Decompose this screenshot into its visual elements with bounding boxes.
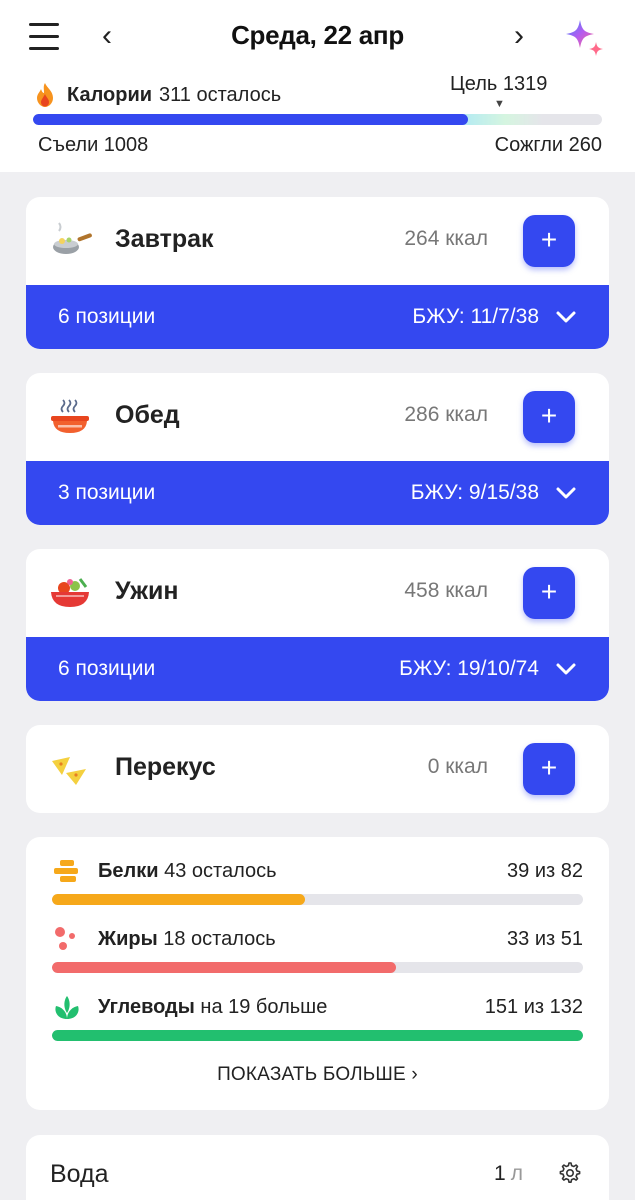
add-lunch-button[interactable]: + (523, 391, 575, 443)
meal-details-toggle[interactable]: 6 позиции БЖУ: 11/7/38 (26, 285, 609, 349)
chevron-down-icon[interactable] (555, 659, 577, 679)
meal-card-dinner: Ужин 458 ккал + 6 позиции БЖУ: 19/10/74 (26, 549, 609, 701)
meal-name: Ужин (115, 577, 179, 605)
breakfast-wok-icon (53, 222, 92, 254)
meal-macros: БЖУ: 19/10/74 (399, 657, 539, 680)
add-snack-button[interactable]: + (523, 743, 575, 795)
calories-progress-fill (33, 114, 468, 125)
chevron-down-icon[interactable] (555, 307, 577, 327)
carbs-sprout-icon (55, 996, 79, 1019)
lunch-soup-bowl-icon (51, 399, 89, 433)
macro-name: Жиры (98, 928, 158, 950)
macro-row-carbs: Углеводы на 19 больше 151 из 132 (52, 993, 583, 1053)
gear-icon[interactable] (557, 1161, 581, 1185)
meal-kcal: 286 ккал (404, 403, 488, 426)
meal-kcal: 0 ккал (427, 755, 488, 778)
water-unit: л (510, 1162, 523, 1185)
chevron-down-icon[interactable] (555, 483, 577, 503)
water-title: Вода (50, 1160, 109, 1188)
calories-summary: Калории 311 осталось (33, 82, 281, 108)
meal-card-snack: Перекус 0 ккал + (26, 725, 609, 813)
prev-day-button[interactable]: ‹ (102, 18, 112, 54)
menu-icon[interactable] (29, 23, 59, 51)
snack-nachos-icon (52, 757, 86, 785)
macro-progress-fill (52, 1030, 583, 1041)
calories-label: Калории (67, 83, 153, 106)
dinner-salad-bowl-icon (51, 578, 89, 607)
macro-value: 39 из 82 (507, 860, 583, 882)
meal-items-count: 6 позиции (58, 305, 156, 328)
meal-macros: БЖУ: 9/15/38 (410, 481, 539, 504)
macro-value: 33 из 51 (507, 928, 583, 950)
meal-name: Завтрак (115, 225, 214, 253)
macro-row-protein: Белки 43 осталось 39 из 82 (52, 857, 583, 917)
show-more-button[interactable]: ПОКАЗАТЬ БОЛЬШЕ › (26, 1064, 609, 1086)
meal-name: Перекус (115, 753, 216, 781)
macro-name: Белки (98, 860, 159, 882)
top-bar: ‹ Среда, 22 апр › Калории 311 осталось Ц… (0, 0, 635, 172)
water-amount: 1 (494, 1162, 506, 1185)
macro-progress-bar (52, 962, 583, 973)
meal-details-toggle[interactable]: 6 позиции БЖУ: 19/10/74 (26, 637, 609, 701)
add-breakfast-button[interactable]: + (523, 215, 575, 267)
meal-items-count: 6 позиции (58, 657, 156, 680)
meal-details-toggle[interactable]: 3 позиции БЖУ: 9/15/38 (26, 461, 609, 525)
calories-burned: Сожгли 260 (494, 134, 602, 156)
meal-kcal: 264 ккал (404, 227, 488, 250)
macro-progress-fill (52, 894, 305, 905)
calories-remaining: 311 осталось (159, 83, 282, 106)
water-value: 1л (494, 1162, 523, 1186)
calories-progress-bar (33, 114, 602, 125)
macros-card: Белки 43 осталось 39 из 82 Жиры 18 остал… (26, 837, 609, 1110)
macro-status: 18 осталось (163, 928, 276, 950)
macro-progress-bar (52, 894, 583, 905)
sparkles-icon[interactable] (562, 16, 606, 60)
fat-icon (55, 927, 75, 950)
macro-status: на 19 больше (200, 996, 328, 1018)
macro-value: 151 из 132 (484, 996, 583, 1018)
meal-card-breakfast: Завтрак 264 ккал + 6 позиции БЖУ: 11/7/3… (26, 197, 609, 349)
macro-name: Углеводы (98, 996, 195, 1018)
meal-macros: БЖУ: 11/7/38 (412, 305, 539, 328)
macro-progress-bar (52, 1030, 583, 1041)
calories-eaten: Съели 1008 (38, 134, 149, 156)
goal-marker-icon: ▼ (494, 98, 505, 110)
protein-icon (54, 860, 78, 882)
date-title[interactable]: Среда, 22 апр (150, 20, 485, 51)
meal-kcal: 458 ккал (404, 579, 488, 602)
macro-row-fat: Жиры 18 осталось 33 из 51 (52, 925, 583, 985)
next-day-button[interactable]: › (514, 18, 524, 54)
fire-icon (37, 83, 53, 107)
water-card: Вода 1л (26, 1135, 609, 1200)
macro-progress-fill (52, 962, 396, 973)
meal-items-count: 3 позиции (58, 481, 156, 504)
macro-status: 43 осталось (164, 860, 277, 882)
calories-goal: Цель 1319 (450, 73, 548, 95)
meal-card-lunch: Обед 286 ккал + 3 позиции БЖУ: 9/15/38 (26, 373, 609, 525)
meal-name: Обед (115, 401, 180, 429)
add-dinner-button[interactable]: + (523, 567, 575, 619)
